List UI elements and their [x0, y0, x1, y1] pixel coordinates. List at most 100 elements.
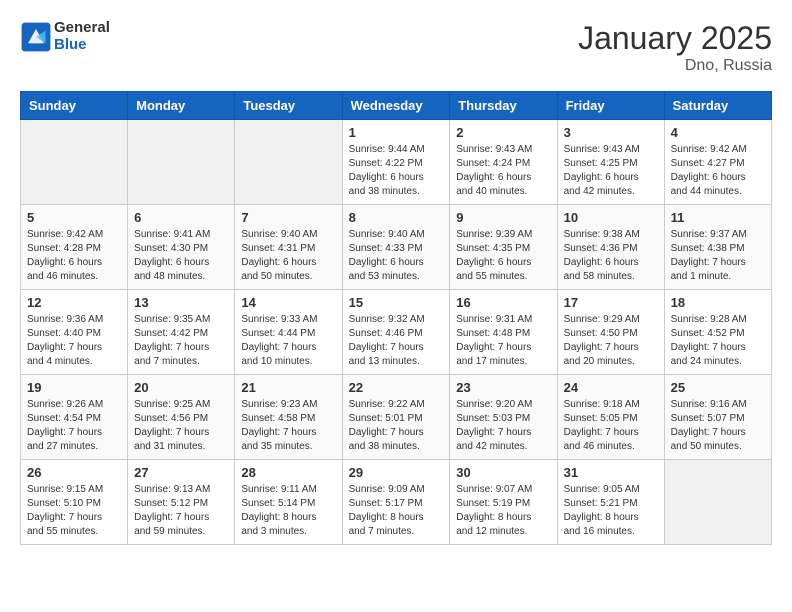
day-header-saturday: Saturday [664, 92, 771, 120]
day-number: 27 [134, 465, 228, 480]
day-number: 26 [27, 465, 121, 480]
day-info: Sunrise: 9:43 AM Sunset: 4:24 PM Dayligh… [456, 143, 550, 199]
day-info: Sunrise: 9:40 AM Sunset: 4:33 PM Dayligh… [349, 228, 444, 284]
day-info: Sunrise: 9:07 AM Sunset: 5:19 PM Dayligh… [456, 483, 550, 539]
calendar-cell [128, 120, 235, 205]
calendar-cell: 15 Sunrise: 9:32 AM Sunset: 4:46 PM Dayli… [342, 290, 450, 375]
calendar-cell: 18 Sunrise: 9:28 AM Sunset: 4:52 PM Dayli… [664, 290, 771, 375]
day-number: 22 [349, 380, 444, 395]
day-number: 3 [564, 125, 658, 140]
day-info: Sunrise: 9:38 AM Sunset: 4:36 PM Dayligh… [564, 228, 658, 284]
day-number: 19 [27, 380, 121, 395]
calendar-cell [664, 460, 771, 545]
day-number: 24 [564, 380, 658, 395]
day-info: Sunrise: 9:35 AM Sunset: 4:42 PM Dayligh… [134, 313, 228, 369]
calendar-header-row: SundayMondayTuesdayWednesdayThursdayFrid… [21, 92, 772, 120]
calendar-cell: 25Sunrise: 9:16 AM Sunset: 5:07 PM Dayli… [664, 375, 771, 460]
day-number: 6 [134, 210, 228, 225]
day-number: 20 [134, 380, 228, 395]
day-info: Sunrise: 9:05 AM Sunset: 5:21 PM Dayligh… [564, 483, 658, 539]
calendar-cell: 5Sunrise: 9:42 AM Sunset: 4:28 PM Daylig… [21, 205, 128, 290]
logo-blue: Blue [54, 36, 87, 53]
day-number: 9 [456, 210, 550, 225]
calendar-week-1: 1Sunrise: 9:44 AM Sunset: 4:22 PM Daylig… [21, 120, 772, 205]
calendar-cell: 23 Sunrise: 9:20 AM Sunset: 5:03 PM Dayli… [450, 375, 557, 460]
calendar-cell: 12Sunrise: 9:36 AM Sunset: 4:40 PM Dayli… [21, 290, 128, 375]
calendar-cell: 14Sunrise: 9:33 AM Sunset: 4:44 PM Dayli… [235, 290, 342, 375]
day-number: 1 [349, 125, 444, 140]
day-info: Sunrise: 9:33 AM Sunset: 4:44 PM Dayligh… [241, 313, 335, 369]
calendar-cell: 19 Sunrise: 9:26 AM Sunset: 4:54 PM Dayli… [21, 375, 128, 460]
calendar-cell [235, 120, 342, 205]
calendar-table: SundayMondayTuesdayWednesdayThursdayFrid… [20, 91, 772, 545]
calendar-cell: 26Sunrise: 9:15 AM Sunset: 5:10 PM Dayli… [21, 460, 128, 545]
day-info: Sunrise: 9:32 AM Sunset: 4:46 PM Dayligh… [349, 313, 444, 369]
day-info: Sunrise: 9:41 AM Sunset: 4:30 PM Dayligh… [134, 228, 228, 284]
calendar-cell [21, 120, 128, 205]
calendar-week-4: 19 Sunrise: 9:26 AM Sunset: 4:54 PM Dayli… [21, 375, 772, 460]
day-info: Sunrise: 9:28 AM Sunset: 4:52 PM Dayligh… [671, 313, 765, 369]
day-number: 21 [241, 380, 335, 395]
calendar-cell: 30 Sunrise: 9:07 AM Sunset: 5:19 PM Dayli… [450, 460, 557, 545]
calendar-cell: 11Sunrise: 9:37 AM Sunset: 4:38 PM Dayli… [664, 205, 771, 290]
calendar-cell: 7Sunrise: 9:40 AM Sunset: 4:31 PM Daylig… [235, 205, 342, 290]
day-header-sunday: Sunday [21, 92, 128, 120]
day-number: 23 [456, 380, 550, 395]
calendar-cell: 21 Sunrise: 9:23 AM Sunset: 4:58 PM Dayli… [235, 375, 342, 460]
day-number: 10 [564, 210, 658, 225]
day-header-thursday: Thursday [450, 92, 557, 120]
day-number: 8 [349, 210, 444, 225]
day-info: Sunrise: 9:26 AM Sunset: 4:54 PM Dayligh… [27, 398, 121, 454]
calendar-cell: 1Sunrise: 9:44 AM Sunset: 4:22 PM Daylig… [342, 120, 450, 205]
day-info: Sunrise: 9:09 AM Sunset: 5:17 PM Dayligh… [349, 483, 444, 539]
calendar-week-5: 26Sunrise: 9:15 AM Sunset: 5:10 PM Dayli… [21, 460, 772, 545]
day-info: Sunrise: 9:11 AM Sunset: 5:14 PM Dayligh… [241, 483, 335, 539]
calendar-week-3: 12Sunrise: 9:36 AM Sunset: 4:40 PM Dayli… [21, 290, 772, 375]
calendar-cell: 16Sunrise: 9:31 AM Sunset: 4:48 PM Dayli… [450, 290, 557, 375]
logo: General Blue [20, 20, 110, 53]
location: Dno, Russia [578, 57, 772, 75]
day-number: 16 [456, 295, 550, 310]
calendar-cell: 29 Sunrise: 9:09 AM Sunset: 5:17 PM Dayli… [342, 460, 450, 545]
day-number: 29 [349, 465, 444, 480]
calendar-cell: 10 Sunrise: 9:38 AM Sunset: 4:36 PM Dayli… [557, 205, 664, 290]
calendar-cell: 13Sunrise: 9:35 AM Sunset: 4:42 PM Dayli… [128, 290, 235, 375]
calendar-cell: 31 Sunrise: 9:05 AM Sunset: 5:21 PM Dayli… [557, 460, 664, 545]
day-number: 4 [671, 125, 765, 140]
calendar-cell: 20 Sunrise: 9:25 AM Sunset: 4:56 PM Dayli… [128, 375, 235, 460]
logo-general: General [54, 19, 110, 36]
calendar-cell: 2Sunrise: 9:43 AM Sunset: 4:24 PM Daylig… [450, 120, 557, 205]
day-header-friday: Friday [557, 92, 664, 120]
calendar-cell: 8 Sunrise: 9:40 AM Sunset: 4:33 PM Daylig… [342, 205, 450, 290]
day-info: Sunrise: 9:36 AM Sunset: 4:40 PM Dayligh… [27, 313, 121, 369]
day-number: 15 [349, 295, 444, 310]
day-info: Sunrise: 9:42 AM Sunset: 4:28 PM Dayligh… [27, 228, 121, 284]
day-number: 31 [564, 465, 658, 480]
calendar-cell: 4 Sunrise: 9:42 AM Sunset: 4:27 PM Daylig… [664, 120, 771, 205]
day-info: Sunrise: 9:29 AM Sunset: 4:50 PM Dayligh… [564, 313, 658, 369]
day-info: Sunrise: 9:22 AM Sunset: 5:01 PM Dayligh… [349, 398, 444, 454]
calendar-cell: 6 Sunrise: 9:41 AM Sunset: 4:30 PM Daylig… [128, 205, 235, 290]
calendar-cell: 3Sunrise: 9:43 AM Sunset: 4:25 PM Daylig… [557, 120, 664, 205]
month-title: January 2025 [578, 20, 772, 57]
calendar-cell: 28 Sunrise: 9:11 AM Sunset: 5:14 PM Dayli… [235, 460, 342, 545]
day-header-wednesday: Wednesday [342, 92, 450, 120]
calendar-cell: 17Sunrise: 9:29 AM Sunset: 4:50 PM Dayli… [557, 290, 664, 375]
page-header: General Blue January 2025 Dno, Russia [20, 20, 772, 75]
calendar-week-2: 5Sunrise: 9:42 AM Sunset: 4:28 PM Daylig… [21, 205, 772, 290]
day-info: Sunrise: 9:25 AM Sunset: 4:56 PM Dayligh… [134, 398, 228, 454]
day-info: Sunrise: 9:20 AM Sunset: 5:03 PM Dayligh… [456, 398, 550, 454]
day-info: Sunrise: 9:13 AM Sunset: 5:12 PM Dayligh… [134, 483, 228, 539]
title-block: January 2025 Dno, Russia [578, 20, 772, 75]
day-info: Sunrise: 9:39 AM Sunset: 4:35 PM Dayligh… [456, 228, 550, 284]
logo-icon [20, 21, 52, 53]
day-info: Sunrise: 9:42 AM Sunset: 4:27 PM Dayligh… [671, 143, 765, 199]
day-number: 28 [241, 465, 335, 480]
day-number: 25 [671, 380, 765, 395]
day-number: 18 [671, 295, 765, 310]
day-number: 11 [671, 210, 765, 225]
day-number: 30 [456, 465, 550, 480]
calendar-cell: 27 Sunrise: 9:13 AM Sunset: 5:12 PM Dayli… [128, 460, 235, 545]
day-number: 7 [241, 210, 335, 225]
day-info: Sunrise: 9:23 AM Sunset: 4:58 PM Dayligh… [241, 398, 335, 454]
